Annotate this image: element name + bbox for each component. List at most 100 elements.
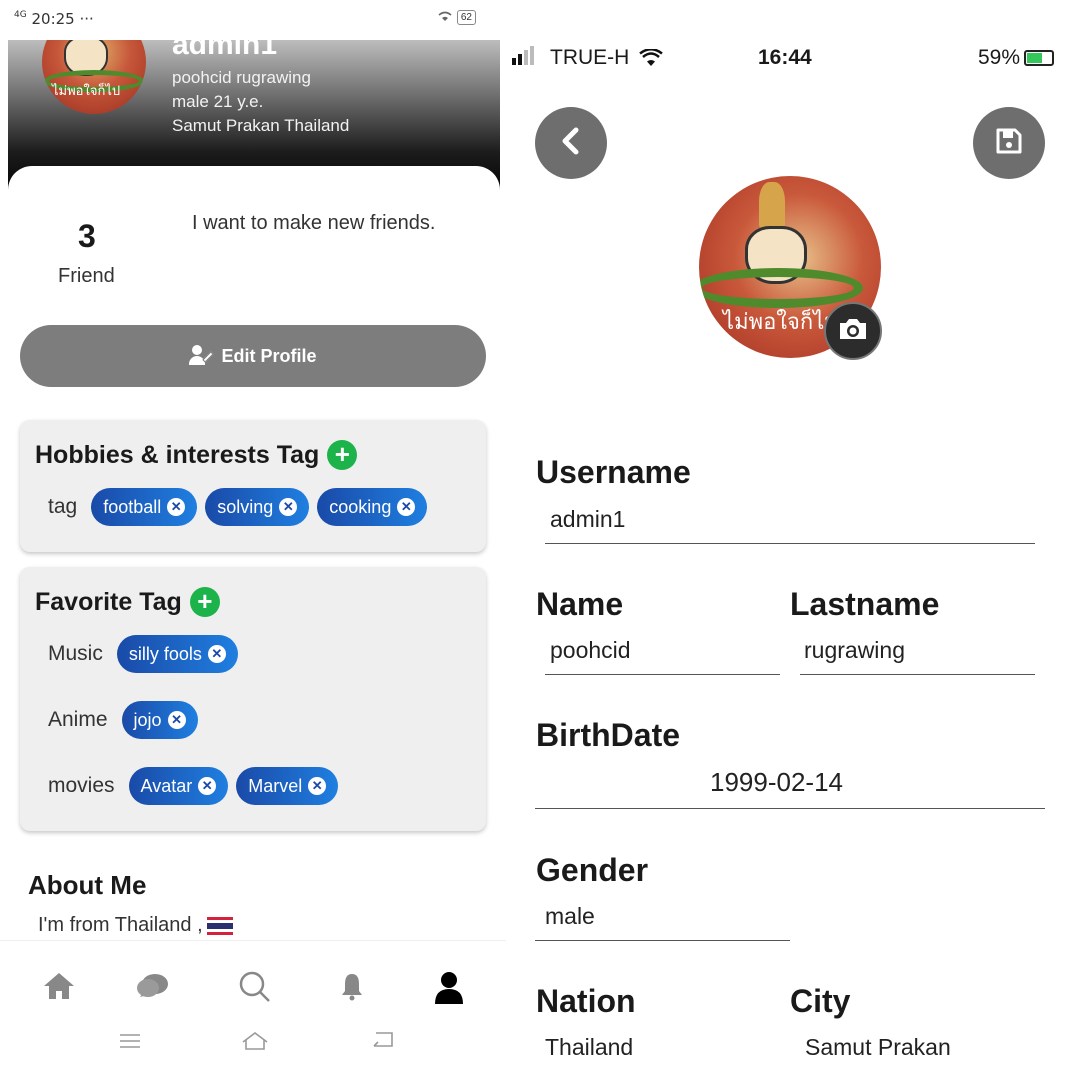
profile-location: Samut Prakan Thailand bbox=[172, 116, 350, 135]
save-button[interactable] bbox=[973, 107, 1045, 179]
status-time: 16:44 bbox=[758, 46, 812, 69]
favorite-row-music: Music silly fools ✕ bbox=[48, 635, 238, 673]
hobbies-heading: Hobbies & interests Tag + bbox=[35, 440, 358, 470]
search-icon[interactable] bbox=[238, 971, 272, 1008]
nation-label: Nation bbox=[536, 983, 636, 1019]
remove-tag-icon[interactable]: ✕ bbox=[167, 498, 186, 516]
tag-chip-marvel[interactable]: Marvel ✕ bbox=[236, 767, 339, 805]
about-me-content: I'm from Thailand , bbox=[38, 914, 203, 936]
favorite-row-movies: movies Avatar ✕ Marvel ✕ bbox=[48, 767, 339, 805]
favorite-heading: Favorite Tag + bbox=[35, 587, 220, 617]
wifi-icon bbox=[437, 10, 453, 25]
birthdate-field[interactable]: 1999-02-14 bbox=[710, 767, 843, 798]
name-field[interactable]: poohcid bbox=[550, 637, 631, 664]
home-icon[interactable] bbox=[42, 971, 76, 1006]
username-underline bbox=[545, 543, 1035, 544]
favorite-row-label: movies bbox=[48, 774, 115, 797]
about-me-text: I'm from Thailand , bbox=[38, 914, 233, 937]
bio-text: I want to make new friends. bbox=[192, 212, 436, 234]
status-dots: ··· bbox=[79, 10, 94, 28]
chip-label: silly fools bbox=[128, 643, 202, 664]
profile-icon[interactable] bbox=[434, 971, 464, 1010]
edit-profile-button[interactable]: Edit Profile bbox=[20, 325, 486, 387]
tag-chip-avatar[interactable]: Avatar ✕ bbox=[128, 767, 229, 805]
remove-tag-icon[interactable]: ✕ bbox=[167, 711, 186, 729]
city-label: City bbox=[790, 983, 851, 1019]
birthdate-underline bbox=[535, 808, 1045, 809]
hobbies-tag-row: tag football ✕ solving ✕ cooking ✕ bbox=[48, 488, 428, 526]
wifi-icon bbox=[639, 48, 663, 73]
tag-chip-solving[interactable]: solving ✕ bbox=[205, 488, 310, 526]
status-bar: 4G 20:25 ··· 62 bbox=[0, 0, 506, 40]
save-icon bbox=[994, 126, 1024, 161]
network-label: 4G bbox=[14, 10, 27, 20]
right-phone-screen: TRUE-H 16:44 59% ไม่พอใจก็ไป สการัดล Us bbox=[506, 0, 1069, 1067]
about-me-heading: About Me bbox=[28, 870, 147, 900]
favorite-tag-section: Favorite Tag + Music silly fools ✕ Anime … bbox=[20, 567, 486, 831]
chip-label: football bbox=[103, 496, 162, 517]
signal-icon bbox=[512, 46, 534, 65]
tag-row-label: tag bbox=[48, 495, 78, 518]
name-label: Name bbox=[536, 586, 624, 622]
gender-field[interactable]: male bbox=[545, 903, 595, 930]
tag-chip-silly-fools[interactable]: silly fools ✕ bbox=[116, 635, 238, 673]
remove-tag-icon[interactable]: ✕ bbox=[279, 498, 298, 516]
remove-tag-icon[interactable]: ✕ bbox=[198, 777, 217, 795]
back-icon bbox=[558, 126, 584, 161]
chat-icon[interactable] bbox=[136, 971, 170, 1006]
back-icon[interactable] bbox=[370, 1030, 396, 1056]
home-outline-icon[interactable] bbox=[240, 1030, 270, 1058]
bell-icon[interactable] bbox=[340, 971, 364, 1006]
carrier-name: TRUE-H bbox=[550, 46, 630, 69]
chip-label: Avatar bbox=[140, 775, 193, 796]
back-button[interactable] bbox=[535, 107, 607, 179]
nation-field[interactable]: Thailand bbox=[545, 1034, 633, 1061]
lastname-field[interactable]: rugrawing bbox=[804, 637, 905, 664]
tag-chip-football[interactable]: football ✕ bbox=[91, 488, 198, 526]
tag-chip-jojo[interactable]: jojo ✕ bbox=[121, 701, 198, 739]
username-field[interactable]: admin1 bbox=[550, 506, 625, 533]
user-edit-icon bbox=[189, 345, 215, 367]
hobbies-tag-section: Hobbies & interests Tag + tag football ✕ … bbox=[20, 420, 486, 552]
thailand-flag-icon bbox=[206, 916, 233, 935]
status-time: 20:25 bbox=[31, 10, 75, 28]
avatar-caption: ไม่พอใจก็ไป bbox=[52, 84, 121, 99]
favorite-row-label: Anime bbox=[48, 708, 108, 731]
status-bar: TRUE-H 16:44 59% bbox=[506, 0, 1069, 69]
remove-tag-icon[interactable]: ✕ bbox=[397, 498, 416, 516]
battery-indicator: 62 bbox=[456, 10, 476, 25]
favorite-row-anime: Anime jojo ✕ bbox=[48, 701, 198, 739]
remove-tag-icon[interactable]: ✕ bbox=[308, 777, 327, 795]
gender-underline bbox=[535, 940, 790, 941]
favorite-title: Favorite Tag bbox=[35, 587, 182, 616]
profile-username: admin1 bbox=[172, 40, 278, 61]
chip-label: jojo bbox=[133, 709, 162, 730]
lastname-underline bbox=[800, 674, 1035, 675]
battery-percent: 59% bbox=[978, 46, 1021, 69]
carrier-label: TRUE-H bbox=[550, 46, 663, 73]
camera-icon bbox=[837, 316, 869, 347]
username-label: Username bbox=[536, 454, 691, 490]
bottom-nav bbox=[0, 940, 506, 1020]
tag-chip-cooking[interactable]: cooking ✕ bbox=[317, 488, 428, 526]
change-photo-button[interactable] bbox=[824, 302, 882, 360]
status-time-group: 4G 20:25 ··· bbox=[14, 10, 94, 28]
friend-count[interactable]: 3 bbox=[78, 218, 96, 255]
status-right: 62 bbox=[437, 10, 476, 25]
menu-icon[interactable] bbox=[118, 1030, 142, 1056]
gender-label: Gender bbox=[536, 852, 649, 888]
favorite-row-label: Music bbox=[48, 642, 103, 665]
remove-tag-icon[interactable]: ✕ bbox=[207, 645, 226, 663]
add-hobby-tag-button[interactable]: + bbox=[327, 440, 358, 470]
edit-profile-label: Edit Profile bbox=[221, 345, 317, 366]
add-favorite-tag-button[interactable]: + bbox=[189, 587, 220, 617]
lastname-label: Lastname bbox=[790, 586, 940, 622]
profile-full-name: poohcid rugrawing bbox=[172, 68, 311, 87]
avatar[interactable]: ไม่พอใจก็ไป bbox=[42, 40, 146, 114]
battery-indicator: 59% bbox=[978, 46, 1055, 70]
birthdate-label: BirthDate bbox=[536, 717, 681, 753]
city-field[interactable]: Samut Prakan bbox=[805, 1034, 951, 1061]
name-underline bbox=[545, 674, 780, 675]
chip-label: solving bbox=[217, 496, 274, 517]
left-phone-screen: 4G 20:25 ··· 62 ไม่พอใจก็ไป admin1 poohc… bbox=[0, 0, 506, 1067]
